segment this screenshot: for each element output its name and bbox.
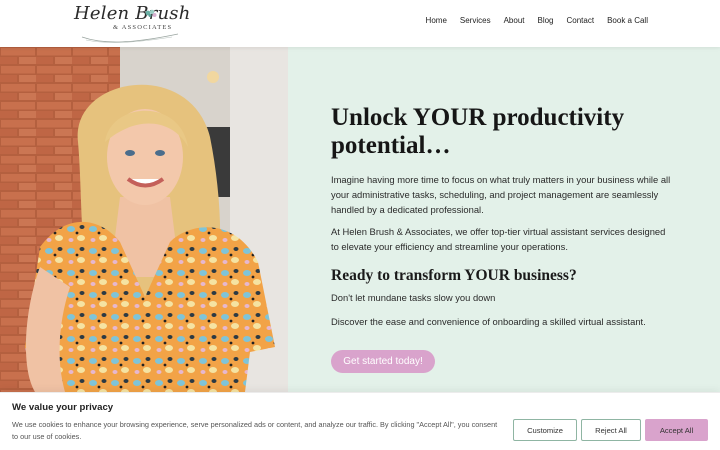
hero-paragraph-discover: Discover the ease and convenience of onb… — [331, 316, 646, 327]
hero-paragraph-services: At Helen Brush & Associates, we offer to… — [331, 226, 666, 252]
accept-all-button[interactable]: Accept All — [645, 419, 708, 441]
customize-button[interactable]: Customize — [513, 419, 577, 441]
cookie-title: We value your privacy — [12, 402, 114, 413]
nav-blog[interactable]: Blog — [537, 16, 553, 25]
nav-home[interactable]: Home — [426, 16, 447, 25]
portrait-illustration — [0, 47, 288, 392]
nav-about[interactable]: About — [504, 16, 525, 25]
brand-logo[interactable]: Helen Brush & ASSOCIATES — [72, 3, 190, 43]
site-header: Helen Brush & ASSOCIATES Home Services A… — [0, 0, 720, 47]
hero-subheading: Ready to transform YOUR business? — [331, 267, 577, 284]
brand-name: Helen Brush — [74, 3, 191, 24]
nav-book-a-call[interactable]: Book a Call — [607, 16, 648, 25]
hero-panel — [288, 47, 720, 392]
main-nav: Home Services About Blog Contact Book a … — [413, 16, 648, 25]
swoosh-decoration — [81, 33, 179, 43]
get-started-button[interactable]: Get started today! — [331, 350, 435, 373]
cookie-text: We use cookies to enhance your browsing … — [12, 420, 498, 441]
hero-paragraph-intro: Imagine having more time to focus on wha… — [331, 174, 671, 215]
flower-icon — [145, 9, 157, 17]
hero-paragraph-tagline: Don't let mundane tasks slow you down — [331, 292, 496, 303]
hero-photo — [0, 47, 288, 392]
hero-heading: Unlock YOUR productivity potential… — [331, 104, 625, 159]
nav-contact[interactable]: Contact — [567, 16, 595, 25]
reject-all-button[interactable]: Reject All — [581, 419, 641, 441]
brand-subtitle: & ASSOCIATES — [113, 24, 173, 31]
nav-services[interactable]: Services — [460, 16, 491, 25]
